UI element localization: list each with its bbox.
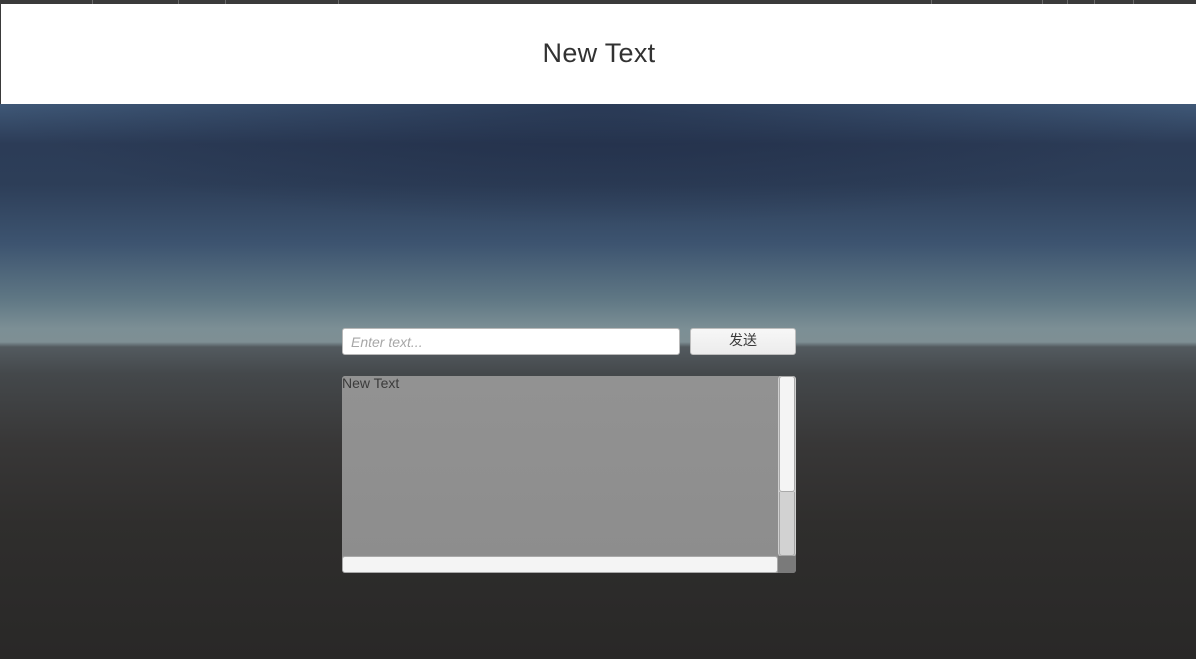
message-input[interactable]	[342, 328, 680, 355]
chat-log-scroll-view[interactable]: New Text	[342, 376, 796, 573]
header-panel: New Text	[0, 4, 1196, 104]
header-title: New Text	[542, 38, 656, 68]
horizontal-scrollbar[interactable]	[342, 556, 778, 573]
vertical-scrollbar-lower[interactable]	[779, 492, 795, 556]
vertical-scrollbar-handle[interactable]	[779, 376, 795, 492]
send-button[interactable]: 发送	[690, 328, 796, 355]
game-view: New Text 发送 New Text	[0, 0, 1196, 659]
scroll-view-corner	[778, 556, 796, 573]
chat-log-viewport: New Text	[342, 376, 778, 555]
chat-log-text: New Text	[342, 376, 400, 391]
